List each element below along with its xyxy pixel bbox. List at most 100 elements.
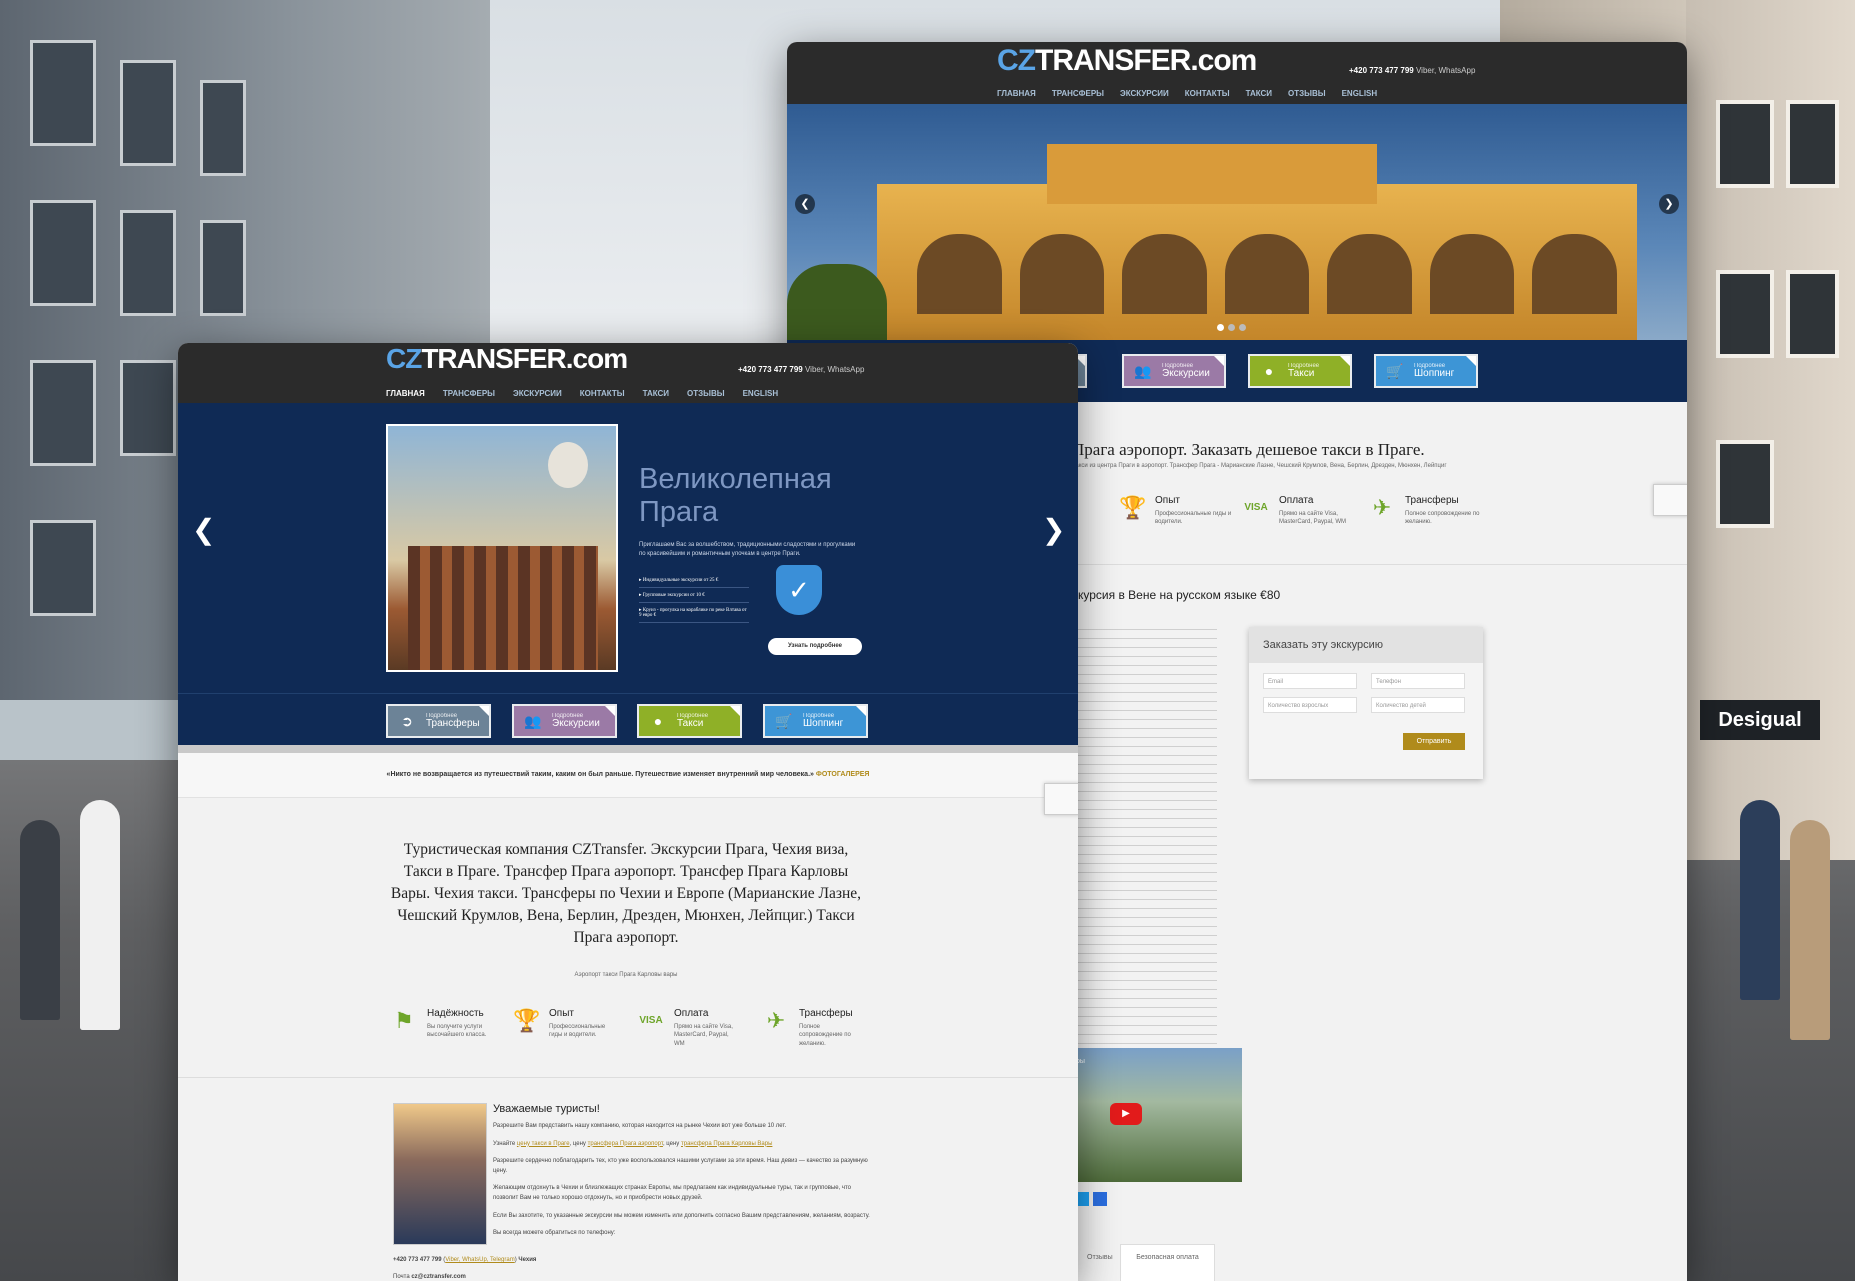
feature-payment: VISA Оплата Прямо на сайте Visa, MasterCa… [639,1008,733,1047]
slider-dot[interactable] [1217,324,1224,331]
tile-shopping[interactable]: 🛒 Подробнее Шоппинг [763,704,868,738]
airport-transfer-link[interactable]: трансфера Прага аэропорт [588,1141,663,1147]
email-field[interactable]: Email [1263,673,1357,689]
messenger-links[interactable]: Viber, WhatsUp, Telegram [445,1257,514,1263]
hero-title-line-2: Прага [639,496,719,529]
recaptcha-badge[interactable] [1044,783,1078,815]
slider-next-button[interactable]: ❯ [1042,513,1065,546]
nav-item-home[interactable]: ГЛАВНАЯ [386,389,425,398]
welcome-mail-line: Почта cz@cztransfer.com [393,1274,466,1280]
hero-title: Великолепная Прага [639,463,832,530]
tile-tours[interactable]: 👥 Подробнее Экскурсии [512,704,617,738]
nav-item-reviews[interactable]: ОТЗЫВЫ [1288,89,1326,98]
recaptcha-badge[interactable] [1653,484,1687,516]
map-pin-icon: ● [1264,363,1274,379]
form-body: Email Телефон Количество взрослых Количе… [1249,663,1483,779]
site-logo[interactable]: CZTRANSFER.com [997,44,1257,78]
main-nav: ГЛАВНАЯ ТРАНСФЕРЫ ЭКСКУРСИИ КОНТАКТЫ ТАК… [386,389,778,398]
tour-title: скурсия в Вене на русском языке €80 [1072,588,1281,602]
slider-prev-button[interactable]: ❮ [795,194,815,214]
pedestrian [1740,800,1780,1000]
welcome-paragraph: Разрешите сердечно поблагодарить тех, кт… [493,1158,868,1174]
more-info-button[interactable]: Узнать подробнее [768,638,862,655]
nav-item-transfers[interactable]: ТРАНСФЕРЫ [443,389,495,398]
order-form: Заказать эту экскурсию Email Телефон Кол… [1249,627,1483,779]
quote-bar: «Никто не возвращается из путешествий та… [178,753,1078,798]
main-subheading: Аэропорт такси Прага Карловы вары [574,972,678,978]
palace-arches [917,234,1618,314]
hero-slider-image: ❮ ❯ [787,104,1687,340]
header-phone[interactable]: +420 773 477 799 Viber, WhatsApp [1349,66,1475,75]
airplane-icon: ✈ [766,1008,786,1033]
children-field[interactable]: Количество детей [1371,697,1465,713]
cart-icon: 🛒 [1386,362,1404,379]
nav-item-tours[interactable]: ЭКСКУРСИИ [1120,89,1169,98]
pedestrian [80,800,120,1030]
slider-next-button[interactable]: ❯ [1659,194,1679,214]
hero-photo-prague [386,424,618,672]
youtube-play-icon[interactable]: ▶ [1110,1103,1142,1125]
welcome-phone[interactable]: +420 773 477 799 [393,1257,442,1263]
feature-transfers: ✈ Трансферы Полное сопровождение по желан… [763,1008,865,1048]
divider [178,1077,1078,1078]
pedestrian [1790,820,1830,1040]
welcome-paragraph: Разрешите Вам представить нашу компанию,… [493,1123,787,1129]
service-tiles-band: ➲ Подробнее Трансферы 👥 Подробнее Экскурси… [178,693,1078,746]
welcome-email[interactable]: cz@cztransfer.com [411,1274,466,1280]
page-subheading: Такси из центра Праги в аэропорт. Трансф… [1072,463,1447,469]
tile-taxi[interactable]: ● Подробнее Такси [637,704,742,738]
video-embed[interactable]: ры ▶ [1072,1048,1242,1182]
submit-button[interactable]: Отправить [1403,733,1465,750]
hero-list: ▸ Индивидуальные экскурсии от 25 € ▸ Гру… [639,573,749,623]
signpost-icon: ➲ [401,712,413,729]
hero-list-item: ▸ Круиз - прогулка на кораблике по реке … [639,603,749,623]
page-heading: Прага аэропорт. Заказать дешевое такси в… [1072,440,1425,459]
spires [408,546,598,670]
nav-item-taxi[interactable]: ТАКСИ [1246,89,1272,98]
karlovy-vary-transfer-link[interactable]: трансфера Прага Карловы Вары [681,1141,772,1147]
welcome-paragraph: Вы всегда можете обратиться по телефону: [493,1230,616,1237]
nav-item-reviews[interactable]: ОТЗЫВЫ [687,389,725,398]
header-phone[interactable]: +420 773 477 799 Viber, WhatsApp [738,365,864,374]
slider-dot[interactable] [1239,324,1246,331]
people-icon: 👥 [524,712,542,729]
site-logo[interactable]: CZTRANSFER.com [386,343,628,375]
nav-item-contacts[interactable]: КОНТАКТЫ [580,389,625,398]
nav-item-transfers[interactable]: ТРАНСФЕРЫ [1052,89,1104,98]
welcome-title: Уважаемые туристы! [493,1103,600,1115]
shield-check-icon: ✓ [776,565,822,615]
tab-reviews[interactable]: Отзывы [1087,1254,1113,1261]
feature-reliability: ⚑ Надёжность Вы получите услуги высочайше… [391,1008,487,1040]
slider-dot[interactable] [1228,324,1235,331]
nav-item-home[interactable]: ГЛАВНАЯ [997,89,1036,98]
nav-item-english[interactable]: ENGLISH [743,389,779,398]
tour-description [1072,624,1217,1064]
shop-sign: Desigual [1700,700,1820,740]
nav-item-taxi[interactable]: ТАКСИ [643,389,669,398]
share-icon[interactable] [1093,1192,1107,1206]
nav-item-english[interactable]: ENGLISH [1342,89,1378,98]
feature-payment: VISA Оплата Прямо на сайте Visa, MasterCa… [1244,495,1347,526]
people-icon: 👥 [1134,362,1152,379]
adults-field[interactable]: Количество взрослых [1263,697,1357,713]
phone-field[interactable]: Телефон [1371,673,1465,689]
tile-shopping[interactable]: 🛒 Подробнее Шоппинг [1374,354,1478,388]
main-heading: Туристическая компания CZTransfer. Экску… [390,841,862,946]
tab-secure-payment[interactable]: Безопасная оплата [1120,1244,1215,1281]
nav-item-tours[interactable]: ЭКСКУРСИИ [513,389,562,398]
taxi-price-link[interactable]: цену такси в Праге [517,1141,570,1147]
hero-bottom-strip [178,745,1078,753]
site-header: CZTRANSFER.com +420 773 477 799 Viber, W… [178,343,1078,403]
hero-list-item: ▸ Индивидуальные экскурсии от 25 € [639,573,749,588]
trophy-icon: 🏆 [513,1008,541,1033]
tile-transfers[interactable]: ➲ Подробнее Трансферы [386,704,491,738]
nav-item-contacts[interactable]: КОНТАКТЫ [1185,89,1230,98]
slider-prev-button[interactable]: ❮ [192,513,215,546]
front-site-screenshot: CZTRANSFER.com +420 773 477 799 Viber, W… [178,343,1078,1281]
photo-gallery-link[interactable]: ФОТОГАЛЕРЕЯ [816,771,870,778]
tile-tours[interactable]: 👥 Подробнее Экскурсии [1122,354,1226,388]
palace-top [1047,144,1377,204]
tile-taxi[interactable]: ● Подробнее Такси [1248,354,1352,388]
slider-dots [1217,324,1246,331]
feature-transfers: ✈ Трансферы Полное сопровождение по желан… [1369,495,1485,527]
